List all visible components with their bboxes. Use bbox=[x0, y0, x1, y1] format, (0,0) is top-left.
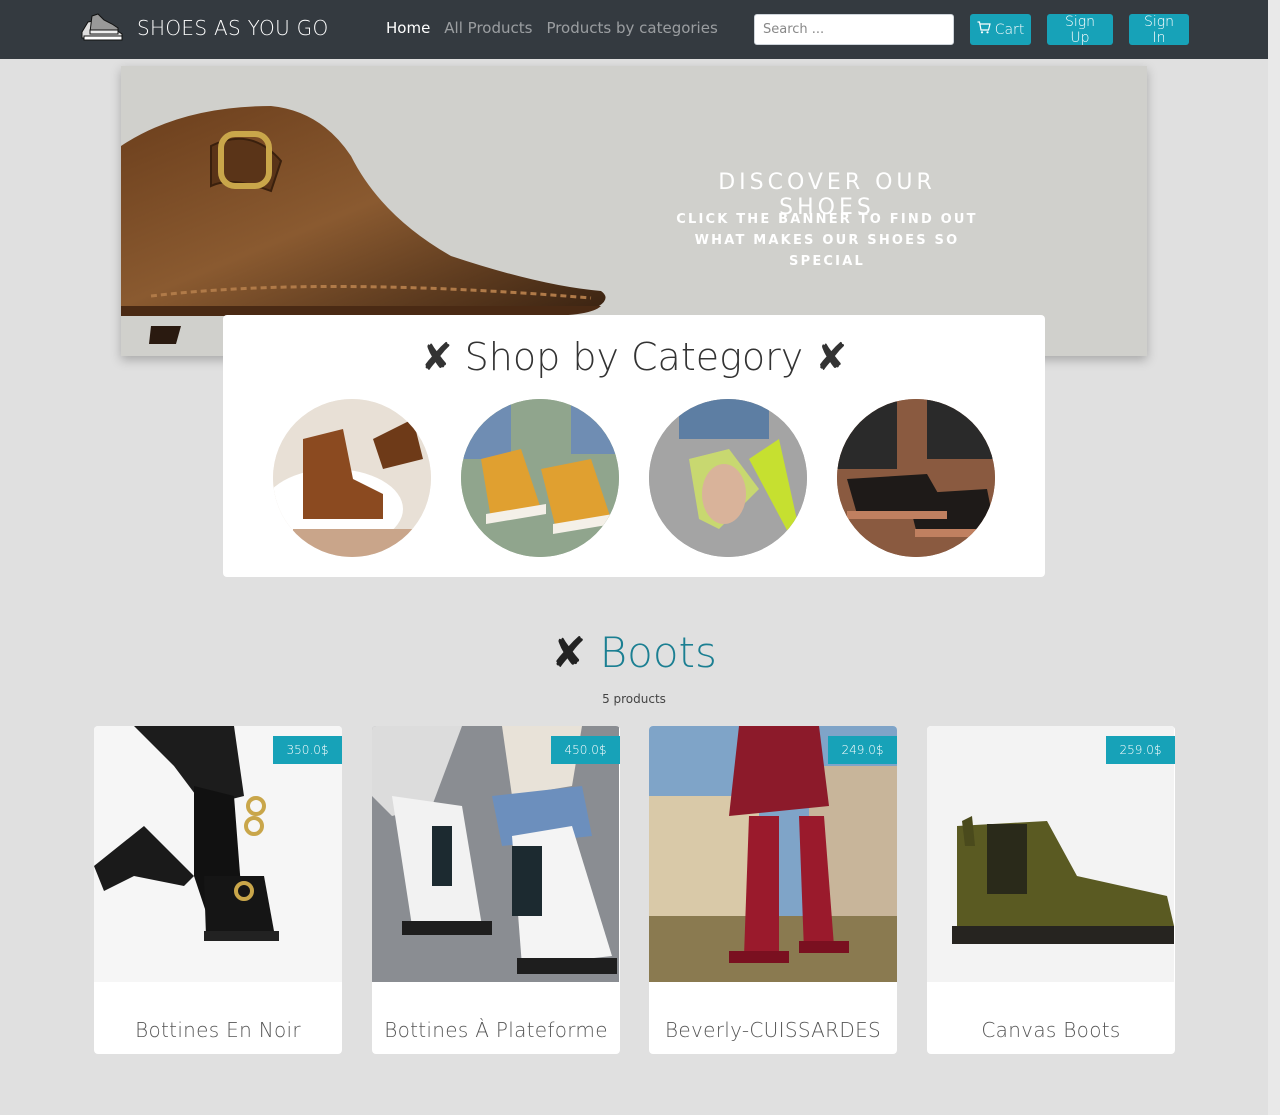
nav-all-products-link[interactable]: All Products bbox=[444, 19, 532, 37]
category-loafers[interactable] bbox=[837, 399, 995, 557]
leather-shoe-image bbox=[121, 66, 621, 356]
section-title: Boots bbox=[599, 628, 717, 677]
cart-label: Cart bbox=[994, 21, 1025, 38]
hero-banner[interactable]: DISCOVER OUR SHOES CLICK THE BANNER TO F… bbox=[121, 66, 1147, 356]
category-heading: ✘ Shop by Category ✘ bbox=[420, 335, 848, 379]
brown-ankle-boot-photo-icon bbox=[273, 399, 431, 557]
product-name[interactable]: Bottines À Plateforme bbox=[372, 1018, 620, 1042]
section-mark: ✘ bbox=[551, 628, 587, 677]
product-image[interactable]: 259.0$ bbox=[927, 726, 1175, 982]
category-sneakers[interactable] bbox=[461, 399, 619, 557]
navbar: SHOES AS YOU GO Home All Products Produc… bbox=[0, 0, 1268, 59]
price-badge: 259.0$ bbox=[1106, 736, 1175, 764]
product-card[interactable]: 249.0$ Beverly-CUISSARDES bbox=[649, 726, 897, 1054]
sneakers-logo-icon bbox=[78, 10, 126, 46]
banner-subtitle: CLICK THE BANNER TO FIND OUT WHAT MAKES … bbox=[676, 212, 978, 269]
brand[interactable]: SHOES AS YOU GO bbox=[78, 10, 329, 46]
sign-up-button[interactable]: Sign Up bbox=[1047, 14, 1113, 46]
product-count: 5 products bbox=[602, 692, 666, 706]
section-heading: ✘ Boots bbox=[0, 628, 1268, 677]
category-heels[interactable] bbox=[649, 399, 807, 557]
cart-icon bbox=[977, 21, 991, 38]
product-image[interactable]: 450.0$ bbox=[372, 726, 620, 982]
nav-home-link[interactable]: Home bbox=[386, 19, 430, 37]
brand-name[interactable]: SHOES AS YOU GO bbox=[137, 16, 329, 40]
product-card[interactable]: 350.0$ Bottines En Noir bbox=[94, 726, 342, 1054]
category-ankle-boots[interactable] bbox=[273, 399, 431, 557]
nav-categories-link[interactable]: Products by categories bbox=[546, 19, 717, 37]
yellow-sneakers-photo-icon bbox=[461, 399, 619, 557]
search-input[interactable] bbox=[754, 14, 954, 45]
shop-by-category-card: ✘ Shop by Category ✘ bbox=[223, 315, 1045, 577]
sign-in-button[interactable]: Sign In bbox=[1129, 14, 1189, 46]
black-loafers-photo-icon bbox=[837, 399, 995, 557]
product-name[interactable]: Beverly-CUISSARDES bbox=[649, 1018, 897, 1042]
cart-button[interactable]: Cart bbox=[970, 14, 1031, 45]
green-heels-photo-icon bbox=[649, 399, 807, 557]
product-name[interactable]: Bottines En Noir bbox=[94, 1018, 342, 1042]
product-image[interactable]: 350.0$ bbox=[94, 726, 342, 982]
page-scrollbar[interactable] bbox=[1268, 0, 1280, 1115]
price-badge: 249.0$ bbox=[828, 736, 897, 764]
product-name[interactable]: Canvas Boots bbox=[927, 1018, 1175, 1042]
product-card[interactable]: 259.0$ Canvas Boots bbox=[927, 726, 1175, 1054]
price-badge: 350.0$ bbox=[273, 736, 342, 764]
nav-links: Home All Products Products by categories bbox=[386, 19, 718, 37]
price-badge: 450.0$ bbox=[551, 736, 620, 764]
product-image[interactable]: 249.0$ bbox=[649, 726, 897, 982]
product-card[interactable]: 450.0$ Bottines À Plateforme bbox=[372, 726, 620, 1054]
